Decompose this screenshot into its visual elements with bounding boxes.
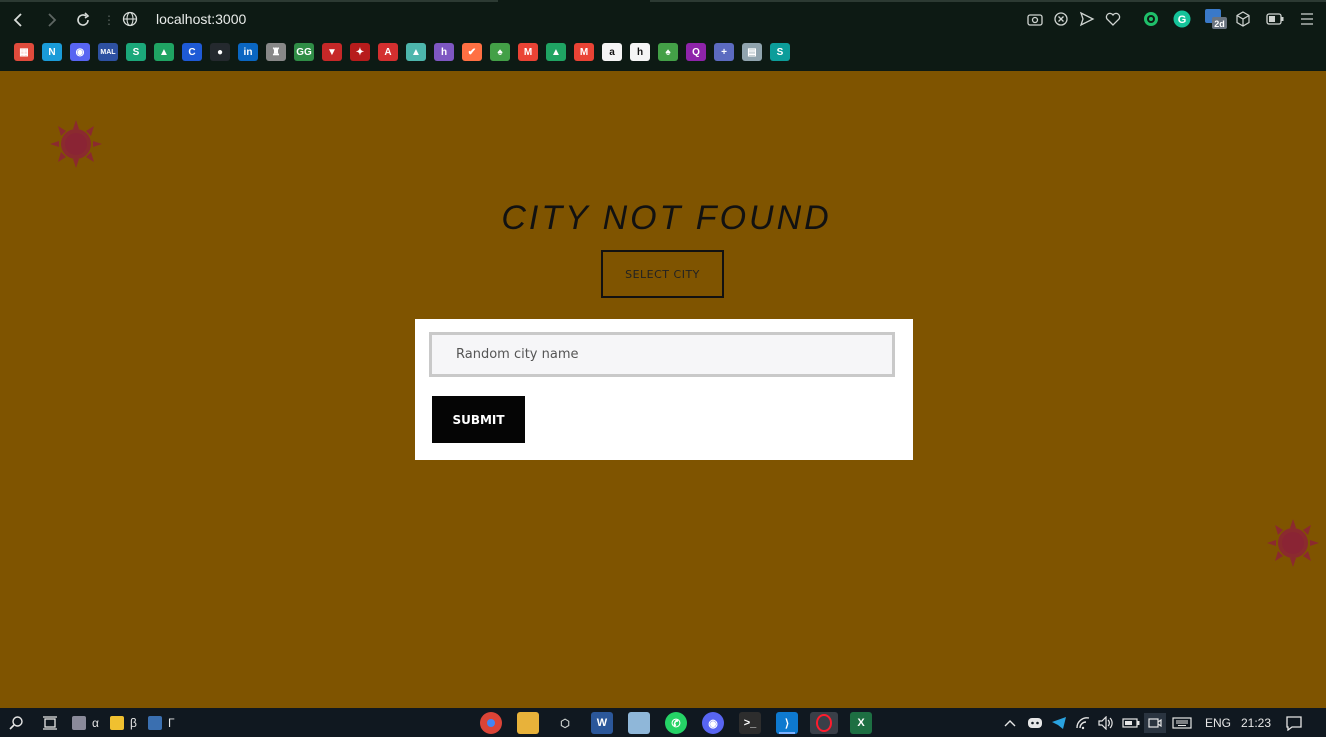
taskbar-item-gamma[interactable]: Γ bbox=[148, 713, 175, 733]
bookmark-discord-icon[interactable]: ◉ bbox=[70, 43, 90, 61]
notepad-icon[interactable] bbox=[628, 712, 650, 734]
grammarly-icon[interactable]: G bbox=[1173, 10, 1191, 28]
bookmark-calendar-icon[interactable]: ▦ bbox=[14, 43, 34, 61]
terminal-icon[interactable]: >_ bbox=[739, 712, 761, 734]
taskbar-label: β bbox=[130, 716, 137, 730]
bookmark-drive-icon[interactable]: ▲ bbox=[154, 43, 174, 61]
globe-icon bbox=[122, 11, 138, 31]
excel-icon[interactable]: X bbox=[850, 712, 872, 734]
bookmark-aow-icon[interactable]: A bbox=[378, 43, 398, 61]
taskbar-item-beta[interactable]: β bbox=[110, 713, 137, 733]
tab-indicator bbox=[650, 0, 1326, 2]
calendar-badge-icon[interactable]: 2d bbox=[1204, 9, 1228, 29]
battery-tray-icon[interactable] bbox=[1122, 713, 1140, 733]
bookmark-hh-icon[interactable]: h bbox=[630, 43, 650, 61]
virtualbox-icon[interactable]: ⬡ bbox=[554, 712, 576, 734]
bookmarks-bar: ▦ N ◉ MAL S ▲ C ● in ♜ GG ▼ ✦ A ▲ h ✔ ♠ M ▲ Ma h ♠ Q + ▤ S bbox=[14, 43, 798, 63]
taskbar-label: Γ bbox=[168, 716, 175, 730]
svg-text:G: G bbox=[1178, 14, 1187, 26]
castle-icon bbox=[72, 716, 86, 730]
discord-tray-icon[interactable] bbox=[1027, 713, 1043, 733]
folder-icon bbox=[110, 716, 124, 730]
bookmark-mask-icon[interactable]: ▼ bbox=[322, 43, 342, 61]
menu-icon[interactable] bbox=[1298, 10, 1316, 28]
keyboard-icon[interactable] bbox=[1172, 713, 1192, 733]
bookmark-clock-icon[interactable]: ✔ bbox=[462, 43, 482, 61]
close-circle-icon[interactable] bbox=[1052, 10, 1070, 28]
volume-icon[interactable] bbox=[1098, 713, 1114, 733]
taskbar-item-alpha[interactable]: α bbox=[72, 713, 99, 733]
submit-button[interactable]: SUBMIT bbox=[432, 396, 525, 443]
taskbar: α β Γ ⬡ W ✆ ◉ >_ ⟩ X ENG 21:23 bbox=[0, 708, 1326, 737]
active-indicator bbox=[779, 732, 795, 734]
tab-indicator bbox=[0, 0, 498, 2]
bookmark-linkedin-icon[interactable]: in bbox=[238, 43, 258, 61]
bookmark-q-icon[interactable]: Q bbox=[686, 43, 706, 61]
cube-icon[interactable] bbox=[1234, 10, 1252, 28]
bookmark-castle-icon[interactable]: ♜ bbox=[266, 43, 286, 61]
meet-now-icon[interactable] bbox=[1144, 713, 1166, 733]
address-row: ⋮ localhost:3000 G 2d bbox=[0, 4, 1326, 36]
wifi-icon[interactable] bbox=[1075, 713, 1091, 733]
sun-icon bbox=[50, 120, 102, 168]
file-explorer-icon[interactable] bbox=[517, 712, 539, 734]
svg-text:2d: 2d bbox=[1214, 19, 1225, 29]
target-icon[interactable] bbox=[1142, 10, 1160, 28]
vscode-icon[interactable]: ⟩ bbox=[776, 712, 798, 734]
clock[interactable]: 21:23 bbox=[1241, 713, 1271, 733]
bookmark-mountain-icon[interactable]: ▲ bbox=[406, 43, 426, 61]
bookmark-leaf2-icon[interactable]: ♠ bbox=[658, 43, 678, 61]
bookmark-github-icon[interactable]: ● bbox=[210, 43, 230, 61]
bookmark-amazon-icon[interactable]: a bbox=[602, 43, 622, 61]
whatsapp-icon[interactable]: ✆ bbox=[665, 712, 687, 734]
address-bar[interactable]: localhost:3000 bbox=[156, 11, 246, 27]
cube-icon bbox=[148, 716, 162, 730]
discord-icon[interactable]: ◉ bbox=[702, 712, 724, 734]
search-icon[interactable] bbox=[8, 713, 24, 733]
camera-icon[interactable] bbox=[1026, 10, 1044, 28]
page-title: CITY NOT FOUND bbox=[501, 199, 832, 237]
search-panel: SUBMIT bbox=[415, 319, 913, 460]
city-input[interactable] bbox=[429, 332, 895, 377]
forward-icon[interactable] bbox=[40, 9, 62, 31]
taskbar-label: α bbox=[92, 716, 99, 730]
chevron-up-icon[interactable] bbox=[1004, 713, 1016, 733]
bookmark-S-icon[interactable]: S bbox=[126, 43, 146, 61]
task-view-icon[interactable] bbox=[42, 713, 58, 733]
bookmark-C-icon[interactable]: C bbox=[182, 43, 202, 61]
sun-icon bbox=[1267, 519, 1319, 567]
heart-icon[interactable] bbox=[1104, 10, 1122, 28]
back-icon[interactable] bbox=[8, 9, 30, 31]
bookmark-gmail2-icon[interactable]: M bbox=[574, 43, 594, 61]
separator-icon: ⋮ bbox=[103, 13, 115, 27]
bookmark-doc-icon[interactable]: ▤ bbox=[742, 43, 762, 61]
chrome-icon[interactable] bbox=[480, 712, 502, 734]
send-icon[interactable] bbox=[1078, 10, 1096, 28]
notifications-icon[interactable] bbox=[1286, 713, 1302, 733]
bookmark-leaf-icon[interactable]: ♠ bbox=[490, 43, 510, 61]
language-indicator[interactable]: ENG bbox=[1205, 713, 1231, 733]
page-body: CITY NOT FOUND SELECT CITY SUBMIT bbox=[0, 71, 1326, 708]
select-city-button[interactable]: SELECT CITY bbox=[601, 250, 724, 298]
bookmark-drive2-icon[interactable]: ▲ bbox=[546, 43, 566, 61]
reload-icon[interactable] bbox=[72, 9, 94, 31]
bookmark-gmail-icon[interactable]: M bbox=[518, 43, 538, 61]
browser-toolbar: ⋮ localhost:3000 G 2d ▦ N ◉ MAL S ▲ C ● … bbox=[0, 0, 1326, 71]
bookmark-MAL-icon[interactable]: MAL bbox=[98, 43, 118, 61]
word-icon[interactable]: W bbox=[591, 712, 613, 734]
opera-icon[interactable] bbox=[810, 712, 838, 734]
tab-strip bbox=[0, 0, 1326, 2]
telegram-icon[interactable] bbox=[1051, 713, 1067, 733]
bookmark-gfg-icon[interactable]: GG bbox=[294, 43, 314, 61]
bookmark-h-icon[interactable]: h bbox=[434, 43, 454, 61]
bookmark-S2-icon[interactable]: S bbox=[770, 43, 790, 61]
battery-icon[interactable] bbox=[1266, 10, 1284, 28]
bookmark-bird-icon[interactable]: ✦ bbox=[350, 43, 370, 61]
bookmark-plus-icon[interactable]: + bbox=[714, 43, 734, 61]
bookmark-N-icon[interactable]: N bbox=[42, 43, 62, 61]
